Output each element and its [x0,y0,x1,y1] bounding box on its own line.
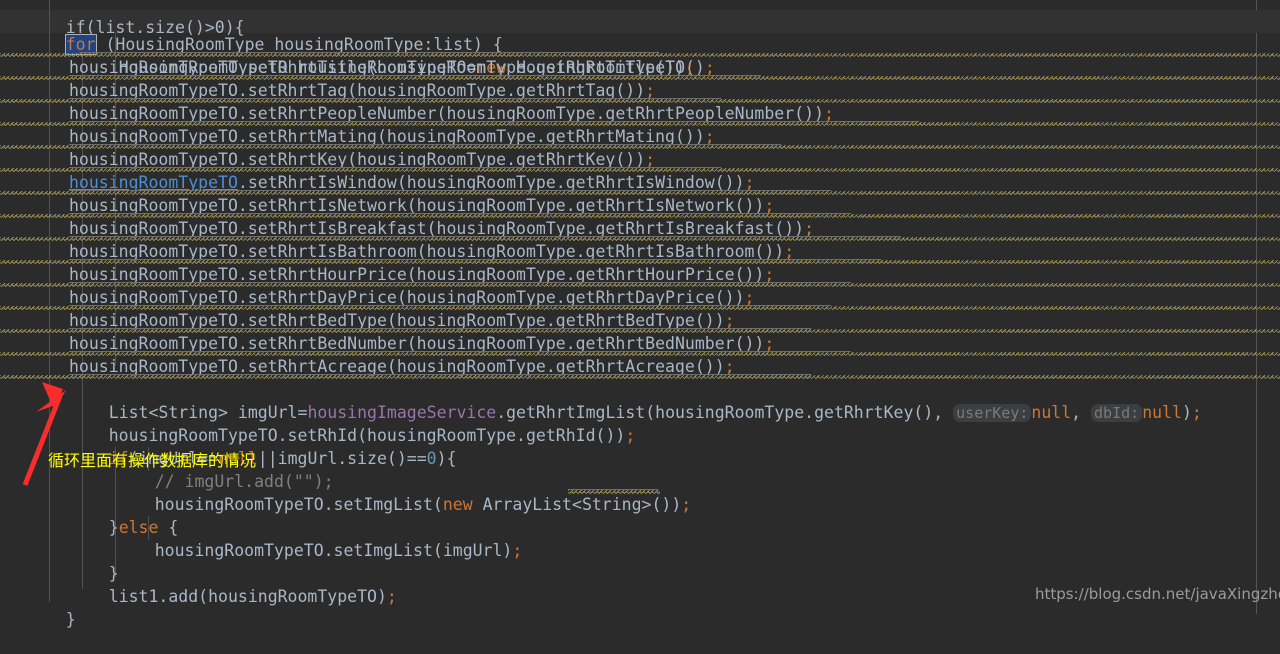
warning-squiggly-underline [0,53,1280,57]
usage-underline [69,213,851,214]
warning-squiggly-underline [0,283,1280,287]
warning-squiggly-underline [0,329,1280,333]
warning-squiggly-underline [0,237,1280,241]
code-line-if[interactable]: if(imgUrl==null||imgUrl.size()==0){ [0,424,1280,468]
warning-squiggly-underline [0,260,1280,264]
annotation-text: 循环里面有操作数据库的情况 [48,451,257,470]
warning-squiggly-underline [0,145,1280,149]
usage-underline [69,259,881,260]
usage-underline [69,121,919,122]
usage-underline [69,75,761,76]
usage-underline [69,144,781,145]
usage-underline [69,328,811,329]
warning-squiggly-underline [0,306,1280,310]
warning-squiggly-underline [0,214,1280,218]
usage-underline [69,305,831,306]
code-text: } [65,610,76,629]
code-line[interactable]: housingRoomTypeTO.setImgList(imgUrl); [0,516,1280,560]
warning-squiggly-underline [0,352,1280,356]
code-line-for[interactable]: for (HousingRoomType housingRoomType:lis… [0,10,1280,55]
usage-underline [69,167,721,168]
code-line[interactable]: housingRoomTypeTO.setRhId(housingRoomTyp… [0,401,1280,445]
watermark-url: https://blog.csdn.net/javaXingzhe [1035,585,1280,603]
code-line-else[interactable]: }else { [0,493,1280,537]
usage-underline [69,351,851,352]
code-line[interactable]: list1.add(housingRoomTypeTO); [0,562,1280,606]
usage-underline [69,282,851,283]
warning-squiggly-underline [0,76,1280,80]
warning-squiggly-underline [0,375,1280,379]
usage-underline [69,236,901,237]
usage-underline [79,52,659,53]
usage-underline [69,98,721,99]
usage-underline [69,190,831,191]
code-line[interactable]: } [0,539,1280,583]
code-editor[interactable]: if(list.size()>0){ for (HousingRoomType … [0,0,1280,629]
warning-squiggly-underline [0,99,1280,103]
warning-squiggly-underline [0,191,1280,195]
warning-squiggly-underline [568,490,660,494]
warning-squiggly-underline [0,122,1280,126]
usage-underline [69,374,811,375]
code-line-imgurl[interactable]: List<String> imgUrl=housingImageService.… [0,378,1280,422]
warning-squiggly-underline [0,168,1280,172]
